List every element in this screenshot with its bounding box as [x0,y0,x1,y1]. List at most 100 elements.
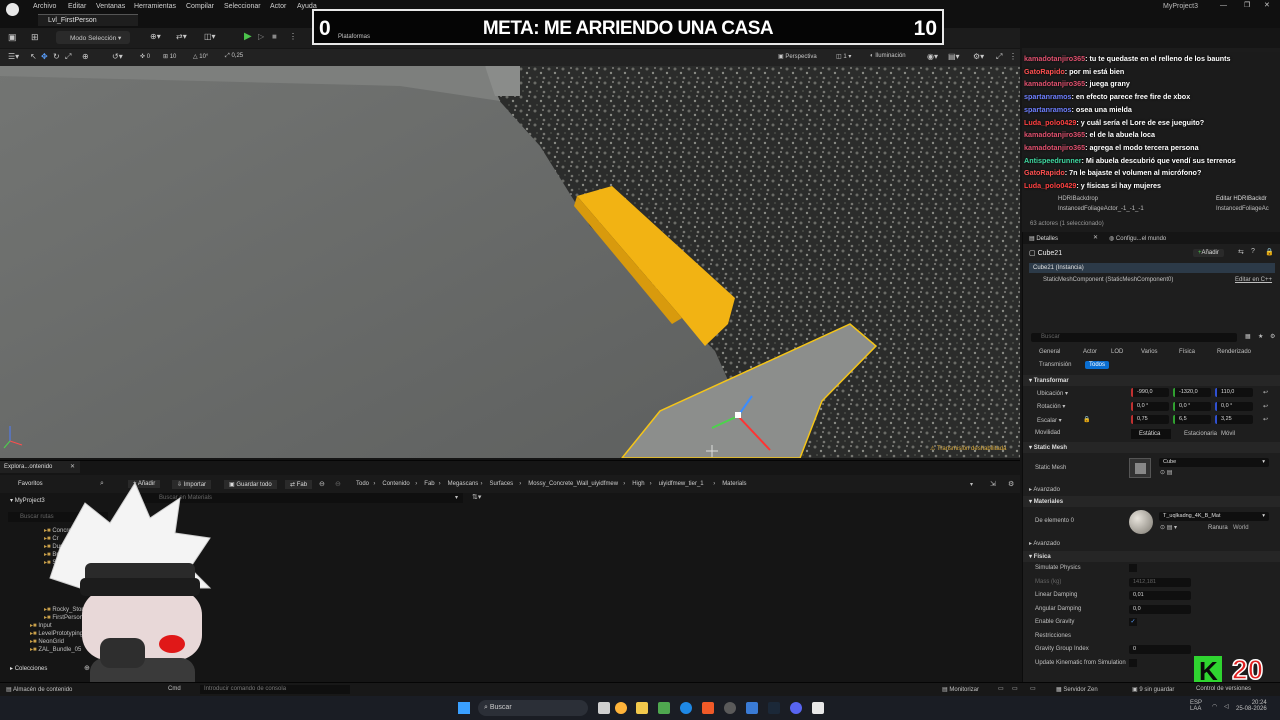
physics-value[interactable]: 0,01 [1129,591,1191,600]
filter-actor[interactable]: Actor [1079,348,1101,356]
breadcrumb-item[interactable]: Contenido [382,481,409,487]
grid-snap-value[interactable]: ⊞ 10 [163,53,176,60]
content-icon[interactable]: ⊞ [31,32,39,43]
rot-field-x[interactable]: 0,0 ° [1131,401,1169,411]
level-viewport[interactable]: ⚠ Transmisión deshabilitada [0,66,1020,458]
maximize-icon[interactable]: ❐ [1244,1,1250,9]
save-all-button[interactable]: ▣ Guardar todo [224,480,277,489]
lock-icon[interactable]: 🔒 [1265,248,1274,256]
mobility-static[interactable]: Estática [1131,429,1171,439]
mesh-select[interactable]: Cube ▾ [1159,458,1269,467]
steam-icon[interactable] [768,702,780,714]
rotate-tool-icon[interactable]: ↻ [53,52,60,61]
brave-icon[interactable] [702,702,714,714]
breadcrumb-item[interactable]: High [632,481,644,487]
menu-editar[interactable]: Editar [68,3,86,13]
mobility-movable[interactable]: Móvil [1221,431,1235,437]
filter-renderizado[interactable]: Renderizado [1213,348,1255,356]
filter-transmisión[interactable]: Transmisión [1035,361,1075,369]
rot-field-z[interactable]: 0,0 ° [1215,401,1253,411]
world-space-icon[interactable]: ⊕ [82,52,89,61]
status-icon-1[interactable]: ▭ [998,685,1004,692]
static-mesh-section[interactable]: ▾ Static Mesh [1023,442,1280,453]
transform-section[interactable]: ▾ Transformar [1023,375,1280,386]
add-actor-icon[interactable]: ⊕▾ [150,32,161,41]
static-mesh-component[interactable]: StaticMeshComponent (StaticMeshComponent… [1043,277,1173,283]
reset-icon[interactable]: ↩ [1263,389,1268,396]
viewport-menu-icon[interactable]: ☰▾ [8,52,19,61]
material-thumbnail[interactable] [1129,510,1153,534]
reset-icon[interactable]: ↩ [1263,416,1268,423]
breadcrumb-item[interactable]: Todo [356,481,369,487]
location-label[interactable]: Ubicación ▾ [1037,390,1068,397]
history-forward-icon[interactable]: ⊖ [335,480,341,488]
close-tab-icon[interactable]: ✕ [1093,234,1098,241]
advanced-toggle[interactable]: ▸ Avanzado [1029,486,1060,493]
outliner-row-type[interactable]: InstancedFoliageAc [1216,206,1269,212]
mesh-browse-icon[interactable]: ⊙ ▤ [1160,469,1172,476]
taskbar-search-box[interactable]: ⌕ Buscar [478,700,588,716]
edit-cpp-link[interactable]: Editar en C++ [1235,277,1272,283]
rot-field-y[interactable]: 0,0 ° [1173,401,1211,411]
menu-seleccionar[interactable]: Seleccionar [224,3,261,13]
discord-icon[interactable] [790,702,802,714]
menu-herramientas[interactable]: Herramientas [134,3,176,13]
settings-icon[interactable]: ⚙▾ [973,52,984,61]
rotation-label[interactable]: Rotación ▾ [1037,403,1065,410]
tab-details[interactable]: ▤ Detalles [1029,235,1058,242]
language-indicator[interactable]: ESP LAA [1190,700,1202,712]
stop-icon[interactable]: ■ [272,32,277,41]
scale-label[interactable]: Escalar ▾ [1037,417,1062,424]
taskbar-clock[interactable]: 20:24 25-08-2026 [1236,700,1267,712]
scale-snap-value[interactable]: ⤢ 0,25 [225,53,243,60]
menu-ventanas[interactable]: Ventanas [96,3,125,13]
move-tool-icon[interactable]: ✥ [41,52,48,61]
unreal-logo-icon[interactable] [6,3,19,16]
grid-snap-icon[interactable]: ✜ 0 [140,53,150,60]
physics-checkbox[interactable]: ✓ [1129,618,1137,626]
minimize-icon[interactable]: — [1220,2,1227,9]
wifi-icon[interactable]: ◠ [1212,703,1217,710]
status-icon-2[interactable]: ▭ [1012,685,1018,692]
loc-field-x[interactable]: -990,0 [1131,388,1169,397]
level-tab[interactable]: Lvl_FirstPerson [38,14,138,26]
viewport-options-icon[interactable]: ⋮ [1009,52,1017,61]
dock-icon[interactable]: ⇲ [990,480,996,488]
history-back-icon[interactable]: ⊖ [319,480,325,488]
perspective-menu[interactable]: ▣ Perspectiva [778,53,817,60]
mode-select[interactable]: Modo Selección ▾ [56,31,130,44]
physics-checkbox[interactable] [1129,658,1137,667]
outliner-row-name[interactable]: InstancedFoliageActor_-1_-1_-1 [1058,206,1144,212]
scale-field-y[interactable]: 6,5 [1173,415,1211,424]
filter-lod[interactable]: LOD [1107,348,1127,356]
surface-snap-icon[interactable]: ↺▾ [112,52,123,61]
monitor-button[interactable]: ▤ Monitorizar [942,686,979,693]
unreal-taskbar-icon[interactable] [812,702,824,714]
content-tab-close-icon[interactable]: ✕ [70,463,75,470]
viewport-layout-menu[interactable]: ◫ 1 ▾ [836,53,851,60]
favorite-star-icon[interactable]: ★ [1258,333,1263,340]
material-select[interactable]: T_uqlkadng_4K_B_Mat ▾ [1159,512,1269,521]
unsaved-button[interactable]: ▣ 9 sin guardar [1132,686,1174,693]
grid-view-icon[interactable]: ▦ [1245,333,1251,340]
mesh-thumbnail[interactable] [1129,458,1151,478]
scale-field-x[interactable]: 0,75 [1131,415,1169,424]
filter-general[interactable]: General [1035,348,1064,356]
add-component-button[interactable]: +Añadir [1193,249,1224,257]
volume-icon[interactable]: ◁ [1224,703,1229,710]
version-control-button[interactable]: Control de versiones [1196,686,1251,692]
materials-section[interactable]: ▾ Materiales [1023,496,1280,507]
step-icon[interactable]: ▷ [258,32,264,41]
app-icon-green[interactable] [658,702,670,714]
status-icon-3[interactable]: ▭ [1030,685,1036,692]
breadcrumb-item[interactable]: Mossy_Concrete_Wall_uiyidfmew [528,481,618,487]
taskview-icon[interactable] [598,702,610,714]
details-settings-icon[interactable]: ⚙ [1270,333,1275,340]
show-icon[interactable]: ◉▾ [927,52,938,61]
lighting-menu[interactable]: ◐ Iluminación [870,53,906,59]
physics-checkbox[interactable] [1129,564,1137,572]
zen-server-button[interactable]: ▦ Servidor Zen [1056,686,1098,693]
scale-field-z[interactable]: 3,25 [1215,415,1253,424]
breadcrumb-item[interactable]: uiyidfmew_tier_1 [659,481,704,487]
loc-field-z[interactable]: 110,0 [1215,388,1253,397]
